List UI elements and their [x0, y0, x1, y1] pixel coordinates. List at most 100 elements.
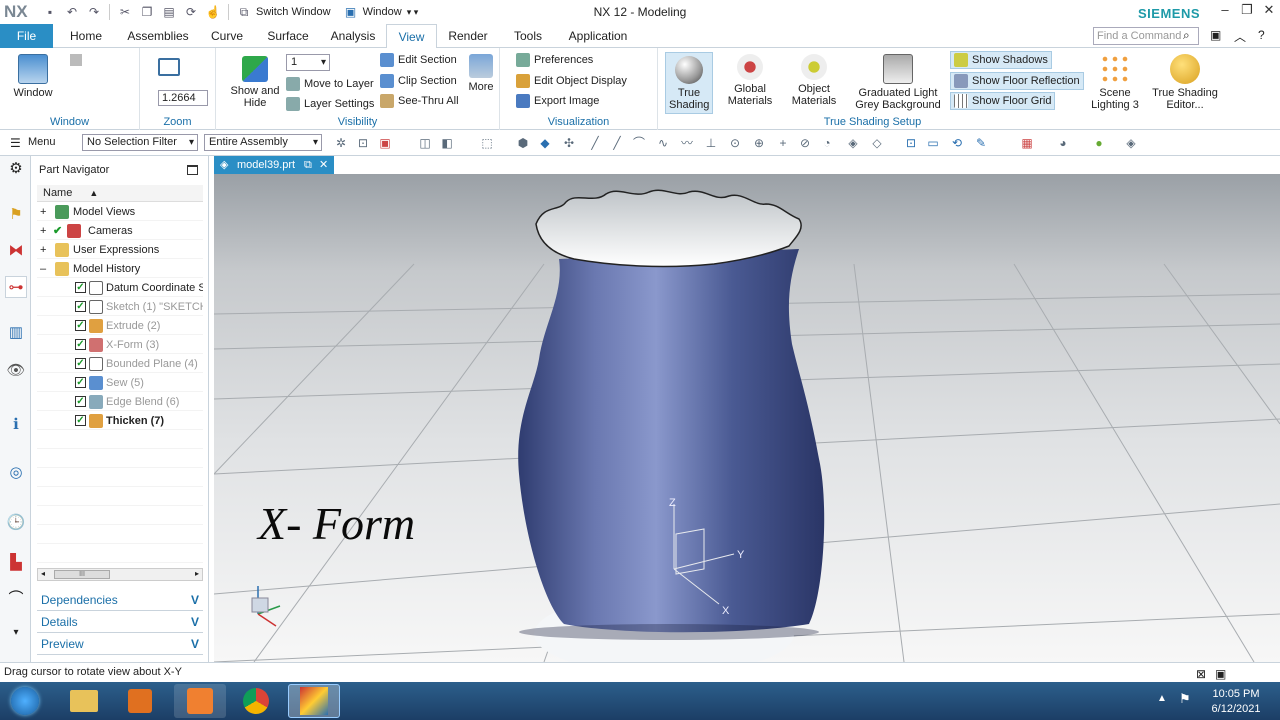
gear-icon[interactable]: ⚙: [5, 158, 27, 180]
collapse-ribbon-icon[interactable]: ︿: [1234, 28, 1246, 45]
switch-window-button[interactable]: Switch Window: [256, 6, 331, 18]
flag-icon[interactable]: ⚑: [1179, 691, 1191, 707]
document-tab[interactable]: ◈ model39.prt ⧉ ✕: [214, 156, 334, 174]
tree-row-cameras[interactable]: + ✔ Cameras: [37, 222, 203, 240]
select-type-icon[interactable]: ◫: [418, 136, 432, 150]
window-menu[interactable]: Window: [363, 6, 402, 18]
window-toggle-icon[interactable]: ▣: [1215, 665, 1226, 683]
scene-canvas[interactable]: Z Y X X- Form: [214, 174, 1280, 662]
taskbar-recorder[interactable]: [174, 684, 226, 718]
tab-tools[interactable]: Tools: [508, 24, 548, 48]
tree-row-thicken[interactable]: ✓ Thicken (7): [37, 412, 203, 430]
clip-section-button[interactable]: Clip Section: [380, 72, 457, 90]
menu-icon[interactable]: ☰: [10, 136, 21, 150]
pan-icon[interactable]: ✎: [974, 136, 988, 150]
wave-icon[interactable]: 〰: [680, 136, 694, 150]
scroll-right-icon[interactable]: ▸: [195, 569, 199, 578]
vase-rim[interactable]: [535, 189, 802, 268]
maximize-icon[interactable]: [187, 165, 198, 175]
tab-application[interactable]: Application: [564, 24, 632, 48]
tab-home[interactable]: Home: [64, 24, 108, 48]
point-select-icon[interactable]: ✣: [562, 136, 576, 150]
tree-row-bounded-plane[interactable]: ✓ Bounded Plane (4): [37, 355, 203, 373]
zoom-value-field[interactable]: 1.2664: [158, 90, 208, 106]
touch-mode-icon[interactable]: ☝: [203, 2, 223, 22]
solid-select-icon[interactable]: ⬢: [516, 136, 530, 150]
web-browser-icon[interactable]: 👁: [5, 360, 27, 382]
visibility-checkbox[interactable]: ✓: [75, 282, 86, 293]
true-shading-button[interactable]: True Shading: [665, 52, 713, 114]
selection-scope-dropdown[interactable]: Entire Assembly: [204, 134, 322, 151]
switch-window-icon[interactable]: ⧉: [234, 2, 254, 22]
tab-curve[interactable]: Curve: [207, 24, 247, 48]
show-shadows-button[interactable]: Show Shadows: [950, 51, 1052, 69]
repeat-command-icon[interactable]: ⟳: [181, 2, 201, 22]
zoom-window-icon[interactable]: ▭: [926, 136, 940, 150]
render-style-icon[interactable]: ◕: [1056, 136, 1070, 150]
show-floor-grid-button[interactable]: Show Floor Grid: [950, 92, 1056, 110]
vase-body[interactable]: [518, 249, 825, 633]
redo-icon[interactable]: ↷: [84, 2, 104, 22]
zoom-fit-icon[interactable]: [158, 58, 180, 76]
history-icon[interactable]: 🕒: [5, 512, 27, 534]
rotate-icon[interactable]: ⟲: [950, 136, 964, 150]
body-select-icon[interactable]: ◆: [538, 136, 552, 150]
scroll-left-icon[interactable]: ◂: [41, 569, 45, 578]
face-icon[interactable]: ◈: [846, 136, 860, 150]
menu-button[interactable]: Menu: [28, 136, 56, 148]
visibility-checkbox[interactable]: ✓: [75, 320, 86, 331]
tree-row-extrude[interactable]: ✓ Extrude (2): [37, 317, 203, 335]
global-materials-button[interactable]: Global Materials: [720, 54, 780, 107]
tab-view[interactable]: View: [386, 24, 437, 49]
part-navigator-icon[interactable]: ⊶: [5, 276, 27, 298]
layout-icons[interactable]: [70, 54, 134, 106]
show-floor-reflection-button[interactable]: Show Floor Reflection: [950, 72, 1084, 90]
window-icon[interactable]: ▣: [341, 2, 361, 22]
preferences-button[interactable]: Preferences: [516, 51, 593, 69]
fit-view-icon[interactable]: ⊡: [904, 136, 918, 150]
shading-icon[interactable]: ●: [1092, 136, 1106, 150]
show-hide-button[interactable]: Show and Hide: [226, 56, 284, 109]
cut-icon[interactable]: ✂: [115, 2, 135, 22]
reuse-library-icon[interactable]: ▥: [5, 322, 27, 344]
graphics-window[interactable]: Z Y X X- Form: [214, 174, 1280, 662]
full-screen-icon[interactable]: ⊠: [1196, 665, 1206, 683]
help-icon[interactable]: ?: [1258, 28, 1265, 42]
spline-icon[interactable]: ∿: [656, 136, 670, 150]
tree-row-model-history[interactable]: – Model History: [37, 260, 203, 278]
assembly-navigator-icon[interactable]: ⚑: [5, 204, 27, 226]
scroll-down-icon[interactable]: ▾: [5, 622, 27, 644]
close-tab-icon[interactable]: ✕: [319, 156, 328, 174]
role-icon[interactable]: ⌒: [5, 588, 27, 610]
move-to-layer-button[interactable]: Move to Layer: [286, 75, 374, 93]
system-clock[interactable]: 10:05 PM 6/12/2021: [1198, 687, 1274, 717]
tab-analysis[interactable]: Analysis: [327, 24, 379, 48]
snap-point-icon[interactable]: ✲: [334, 136, 348, 150]
taskbar-chrome[interactable]: [230, 684, 282, 718]
view-triad-icon[interactable]: [251, 586, 281, 627]
filter-icon[interactable]: ◧: [440, 136, 454, 150]
tree-row-model-views[interactable]: + Model Views: [37, 203, 203, 221]
visibility-checkbox[interactable]: ✓: [75, 358, 86, 369]
copy-icon[interactable]: ❐: [137, 2, 157, 22]
system-materials-icon[interactable]: ▙: [5, 552, 27, 574]
layer-dropdown[interactable]: 1: [286, 54, 330, 71]
snap-off-icon[interactable]: ◇: [870, 136, 884, 150]
angle-icon[interactable]: ⊥: [704, 136, 718, 150]
paste-icon[interactable]: ▤: [159, 2, 179, 22]
process-studio-icon[interactable]: ◎: [5, 462, 27, 484]
tree-row-datum-csys[interactable]: ✓ Datum Coordinate S: [37, 279, 203, 297]
line2-icon[interactable]: ╱: [610, 136, 624, 150]
scroll-thumb[interactable]: III: [54, 570, 110, 579]
taskbar-file-explorer[interactable]: [58, 684, 110, 718]
taskbar-nx[interactable]: [288, 684, 340, 718]
select-all-icon[interactable]: ⊡: [356, 136, 370, 150]
line-icon[interactable]: ╱: [588, 136, 602, 150]
save-icon[interactable]: ▪: [40, 2, 60, 22]
tree-row-edge-blend[interactable]: ✓ Edge Blend (6): [37, 393, 203, 411]
plus-icon[interactable]: +: [776, 136, 790, 150]
visibility-checkbox[interactable]: ✓: [75, 415, 86, 426]
tab-surface[interactable]: Surface: [262, 24, 314, 48]
true-shading-editor-button[interactable]: True Shading Editor...: [1150, 54, 1220, 111]
name-column-header[interactable]: Name ▲: [37, 185, 203, 202]
